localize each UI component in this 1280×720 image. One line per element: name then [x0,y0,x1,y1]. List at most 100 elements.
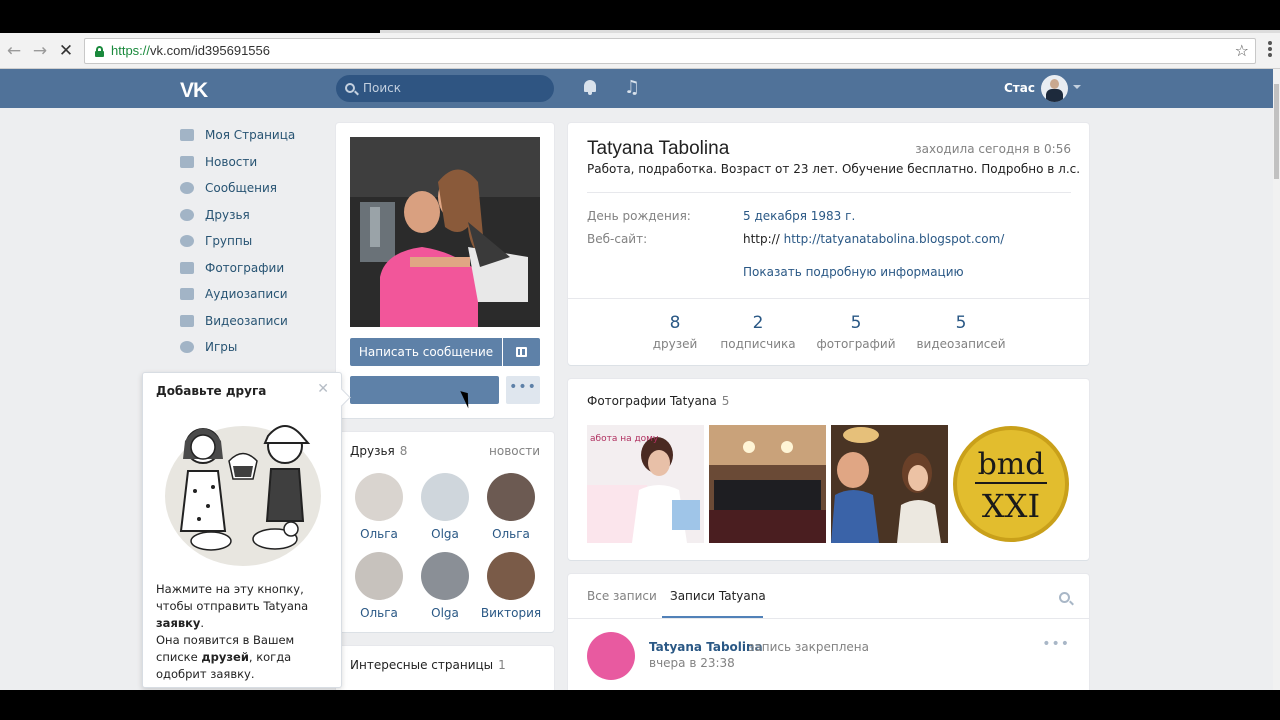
close-icon[interactable]: ✕ [317,381,329,397]
page-scrollbar[interactable] [1273,69,1280,690]
menu-item-label: Группы [205,234,253,248]
back-arrow-icon[interactable]: ← [4,41,24,61]
menu-item-news[interactable]: Новости [178,149,328,176]
interesting-pages-title[interactable]: Интересные страницы 1 [350,658,506,672]
menu-item-label: Фотографии [205,260,285,275]
friend-avatar [421,552,469,600]
wall-block: Все записи Записи Tatyana Tatyana Taboli… [568,574,1089,690]
website-value[interactable]: http:// http://tatyanatabolina.blogspot.… [743,232,1004,246]
counter-photos[interactable]: 5 фотографий [806,313,906,351]
counter-followers[interactable]: 2 подписчика [708,313,808,351]
add-friend-tooltip: Добавьте друга ✕ Нажмите на эту кнопку, … [142,372,342,688]
header-user-name[interactable]: Стас [1004,81,1035,95]
photos-title-text: Фотографии Tatyana [587,394,717,408]
menu-item-my-page[interactable]: Моя Страница [178,122,328,149]
add-friend-button[interactable] [350,376,499,404]
menu-item-label: Видеозаписи [205,313,288,328]
news-icon [180,155,194,168]
scrollbar-thumb[interactable] [1274,84,1279,179]
show-more-info-link[interactable]: Показать подробную информацию [743,265,964,279]
url-text[interactable]: https://vk.com/id395691556 [111,43,270,58]
counter-number: 5 [955,313,967,333]
menu-item-label: Моя Страница [205,128,296,142]
profile-status[interactable]: Работа, подработка. Возраст от 23 лет. О… [587,162,1080,176]
url-path: vk.com/id395691556 [150,43,271,58]
divider [568,298,1089,299]
stop-loading-icon[interactable]: ✕ [56,41,76,61]
birthday-value[interactable]: 5 декабря 1983 г. [743,209,855,223]
friend-item[interactable]: Ольга [478,473,544,541]
website-link[interactable]: http://tatyanatabolina.blogspot.com/ [784,232,1005,246]
photo-thumb[interactable] [831,425,948,543]
menu-item-friends[interactable]: Друзья [178,202,328,229]
menu-item-video[interactable]: Видеозаписи [178,308,328,335]
friend-avatar [355,473,403,521]
chevron-down-icon[interactable] [1073,85,1081,89]
tooltip-title: Добавьте друга [156,384,267,398]
tab-all-posts[interactable]: Все записи [587,589,657,603]
friend-item[interactable]: Ольга [346,473,412,541]
menu-item-photos[interactable]: Фотографии [178,255,328,282]
friends-count: 8 [399,444,408,458]
friends-icon [180,208,194,221]
post-author[interactable]: Tatyana Tabolina [649,640,763,654]
header-avatar[interactable] [1041,75,1068,102]
photos-title[interactable]: Фотографии Tatyana 5 [587,394,729,408]
menu-item-games[interactable]: Игры [178,334,328,361]
photo-thumb-image [831,425,948,543]
friend-item[interactable]: Olga [412,473,478,541]
music-icon [180,288,194,300]
friend-avatar [487,552,535,600]
website-prefix: http:// [743,232,780,246]
tooltip-text-1b: заявку [156,616,201,630]
groups-icon [180,235,194,247]
menu-item-groups[interactable]: Группы [178,228,328,255]
friends-block: Друзья 8 новости Ольга Olga Ольга Ольга O… [336,432,554,632]
friend-avatar [487,473,535,521]
video-icon [180,314,194,327]
photo-thumb[interactable]: bmd XXI [953,425,1070,543]
tab-own-posts[interactable]: Записи Tatyana [670,589,766,603]
counter-label: подписчика [720,337,796,351]
gift-icon [516,347,527,357]
photo-thumb-image [709,425,826,543]
post-more-icon[interactable]: ••• [1042,636,1070,652]
friends-title[interactable]: Друзья 8 [350,444,407,458]
forward-arrow-icon[interactable]: → [30,41,50,61]
profile-photo-image [350,137,540,327]
more-actions-button[interactable]: ••• [506,376,540,404]
gift-button[interactable] [503,338,540,366]
post-author-avatar[interactable] [587,632,635,680]
photo-thumb[interactable] [709,425,826,543]
photo-thumb-image: bmd XXI [953,425,1070,543]
notifications-bell-icon[interactable] [582,80,598,96]
write-message-button[interactable]: Написать сообщение [350,338,502,366]
counter-videos[interactable]: 5 видеозаписей [911,313,1011,351]
post-time[interactable]: вчера в 23:38 [649,656,735,670]
profile-photo[interactable] [350,137,540,327]
vk-logo[interactable]: VK [180,79,208,103]
left-menu: Моя Страница Новости Сообщения Друзья Гр… [178,122,328,361]
friends-illustration [165,425,321,566]
friend-item[interactable]: Ольга [346,552,412,620]
search-input[interactable]: Поиск [336,75,554,102]
counter-label: фотографий [816,337,896,351]
friends-news-link[interactable]: новости [489,444,540,458]
menu-item-label: Игры [205,340,238,354]
menu-item-messages[interactable]: Сообщения [178,175,328,202]
friend-item[interactable]: Olga [412,552,478,620]
profile-photo-card: Написать сообщение ••• [336,123,554,418]
menu-item-audio[interactable]: Аудиозаписи [178,281,328,308]
games-icon [180,341,194,353]
search-icon[interactable] [1059,592,1070,603]
browser-menu-icon[interactable] [1268,41,1272,57]
music-player-icon[interactable]: ♫ [624,77,640,98]
friend-avatar [355,552,403,600]
address-bar[interactable]: https://vk.com/id395691556 ☆ [84,38,1256,64]
photo-thumb[interactable]: абота на дому [587,425,704,543]
menu-item-label: Друзья [205,207,250,222]
friend-item[interactable]: Виктория [478,552,544,620]
profile-info-card: Tatyana Tabolina заходила сегодня в 0:56… [568,123,1089,365]
bookmark-star-icon[interactable]: ☆ [1235,41,1249,60]
browser-toolbar: ← → ✕ https://vk.com/id395691556 ☆ [0,33,1280,69]
